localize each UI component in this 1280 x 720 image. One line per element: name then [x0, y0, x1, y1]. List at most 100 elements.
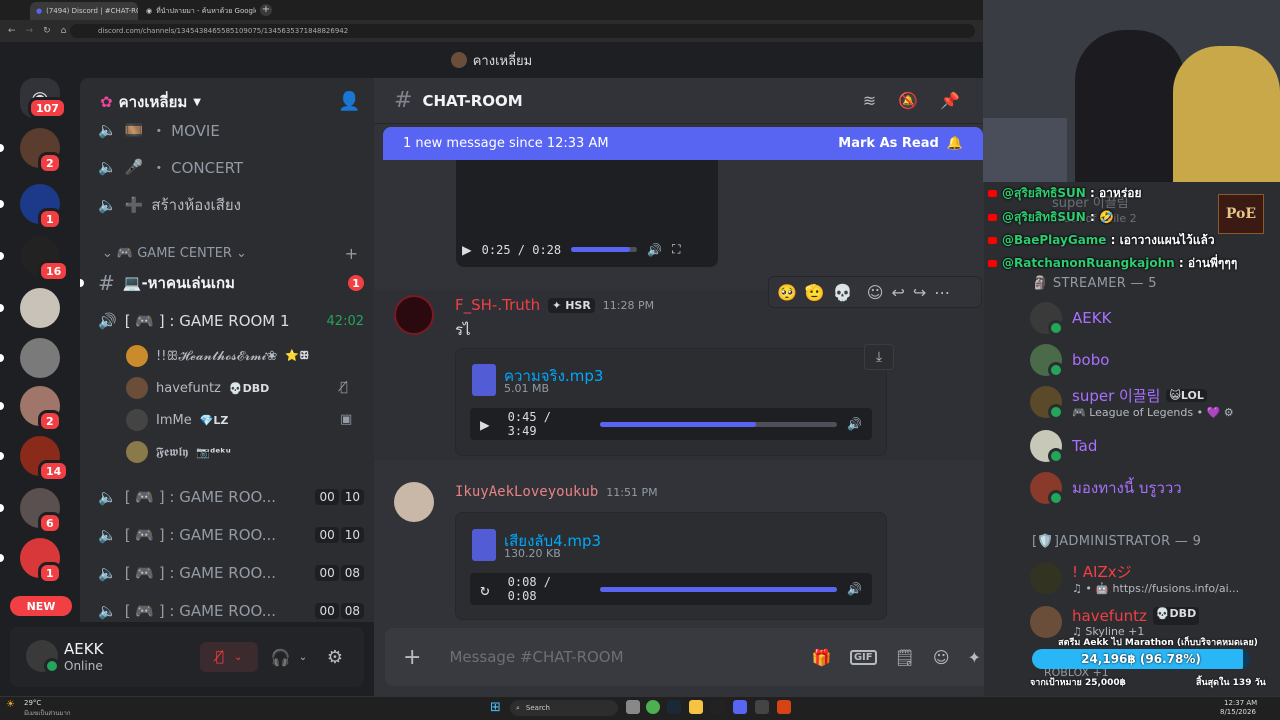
- donation-amount: 24,196฿ (96.78%): [1081, 652, 1201, 666]
- reaction-emoji[interactable]: 🫡: [805, 283, 825, 302]
- voice-user[interactable]: ImMe 💎LZ: [126, 406, 356, 434]
- message-author[interactable]: F_SH-.Truth: [455, 296, 540, 314]
- guild-header[interactable]: ✿ คางเหลี่ยม ▼: [100, 90, 201, 114]
- avatar[interactable]: [26, 640, 60, 674]
- clock-time[interactable]: 12:37 AM: [1224, 699, 1257, 707]
- app-icon[interactable]: [755, 700, 769, 714]
- play-icon[interactable]: ▶: [462, 240, 472, 259]
- mark-as-read-button[interactable]: Mark As Read 🔔: [838, 136, 963, 151]
- create-voice-channel[interactable]: 🔈 ➕ สร้างห้องเสียง: [98, 189, 364, 221]
- invite-people-icon[interactable]: 👤: [338, 91, 360, 112]
- message-input[interactable]: Message #CHAT-ROOM: [449, 648, 623, 666]
- address-bar[interactable]: discord.com/channels/1345438465585109075…: [70, 24, 975, 38]
- username[interactable]: AEKK: [64, 640, 103, 658]
- forward-icon[interactable]: ↪: [913, 283, 926, 302]
- voice-channel-game-room[interactable]: 🔈 [ 🎮 ] : GAME ROO... 00 08: [98, 595, 364, 627]
- steam-icon[interactable]: [667, 700, 681, 714]
- user-limit: 10: [340, 489, 364, 505]
- text-channel-find-players[interactable]: # 💻-หาคนเล่นเกม 1: [98, 267, 364, 299]
- download-button[interactable]: ⤓: [864, 344, 894, 370]
- volume-icon[interactable]: 🔊: [847, 417, 862, 431]
- reload-icon[interactable]: ↻: [43, 26, 51, 36]
- volume-icon[interactable]: 🔊: [847, 582, 862, 596]
- apps-icon[interactable]: ✦: [968, 648, 981, 667]
- message-author[interactable]: IkuyAekLoveyoukub: [455, 484, 598, 500]
- emoji-icon[interactable]: ☺: [933, 648, 950, 667]
- category-game-center[interactable]: ⌄ 🎮 GAME CENTER ⌄ +: [102, 244, 358, 263]
- new-tab-button[interactable]: +: [260, 4, 272, 16]
- member-row[interactable]: ! AIZxジ ♫ • 🤖 https://fusions.info/ai...: [1030, 560, 1266, 596]
- threads-icon[interactable]: ≋: [863, 91, 876, 110]
- windows-start-icon[interactable]: ⊞: [490, 700, 501, 715]
- member-row[interactable]: super 이끌림 😺LOL 🎮 League of Legends • 💜 ⚙: [1030, 384, 1266, 420]
- back-icon[interactable]: ←: [8, 26, 16, 36]
- weather-temp[interactable]: 29°C: [24, 699, 41, 707]
- headphones-icon: 🎧: [270, 647, 291, 667]
- chevron-down-icon: ⌄: [234, 651, 243, 663]
- person-silhouette: [1075, 30, 1185, 182]
- mute-button[interactable]: 🎙̸ ⌄: [200, 642, 258, 672]
- reaction-emoji[interactable]: 🥺: [777, 283, 797, 302]
- forward-icon[interactable]: →: [26, 26, 34, 36]
- member-row[interactable]: AEKK: [1030, 300, 1266, 336]
- voice-channel-game-room[interactable]: 🔈 [ 🎮 ] : GAME ROO... 00 10: [98, 519, 364, 551]
- message-header: IkuyAekLoveyoukub 11:51 PM: [455, 484, 658, 500]
- taskbar-search[interactable]: ⌕ Search: [510, 700, 618, 716]
- chrome-icon[interactable]: [646, 700, 660, 714]
- sticker-icon[interactable]: 🗒: [895, 648, 915, 667]
- member-row[interactable]: มองทางนี้ บรูววว: [1030, 470, 1266, 506]
- audio-progress[interactable]: [600, 586, 838, 592]
- discord-taskbar-icon[interactable]: [733, 700, 747, 714]
- gift-icon[interactable]: 🎁: [812, 648, 832, 667]
- yt-chat-message: @สุริยสิทธิSUN : อาหร่อย: [988, 184, 1142, 203]
- voice-user-tag: 📷ᵈᵉᵏᵘ: [196, 445, 231, 459]
- yt-chat-author: @BaePlayGame: [1002, 233, 1107, 247]
- reply-icon[interactable]: ↩: [891, 283, 904, 302]
- browser-tab-google[interactable]: ◉ ที่นำปลายมา - ค้นหาด้วย Google ✕: [140, 2, 256, 20]
- avatar[interactable]: [394, 482, 434, 522]
- pin-icon[interactable]: 📌: [940, 91, 960, 110]
- create-channel-icon[interactable]: +: [345, 244, 358, 263]
- replay-icon[interactable]: ↻: [480, 580, 490, 599]
- gif-icon[interactable]: GIF: [849, 649, 877, 665]
- voice-channel-movie[interactable]: 🔈 🎞️ ・ MOVIE: [98, 114, 364, 146]
- upload-plus-icon[interactable]: +: [403, 645, 421, 670]
- message-header: F_SH-.Truth ✦ HSR 11:28 PM: [455, 296, 654, 314]
- voice-channel-concert[interactable]: 🔈 🎤 ・ CONCERT: [98, 151, 364, 183]
- member-row[interactable]: Tad: [1030, 428, 1266, 464]
- app-icon[interactable]: [777, 700, 791, 714]
- notification-muted-icon[interactable]: 🔕: [898, 91, 918, 110]
- home-icon[interactable]: ⌂: [61, 26, 67, 36]
- new-messages-bar[interactable]: 1 new message since 12:33 AM Mark As Rea…: [383, 127, 983, 160]
- voice-user-name: 𝕱𝖊𝖜𝖑𝖞: [156, 444, 189, 460]
- voice-channel-game-room[interactable]: 🔈 [ 🎮 ] : GAME ROO... 00 10: [98, 481, 364, 513]
- reaction-emoji[interactable]: 💀: [833, 283, 853, 302]
- server-icon[interactable]: [20, 338, 60, 378]
- task-view-icon[interactable]: [626, 700, 640, 714]
- file-explorer-icon[interactable]: [689, 700, 703, 714]
- voice-user[interactable]: !!ꕥ𝓗𝓮𝓪𝓷𝓽𝓱𝓸𝓼𝓔𝓻𝓶𝓲❀ ⭐ꕥ: [126, 342, 356, 370]
- more-icon[interactable]: ⋯: [934, 283, 950, 302]
- play-icon[interactable]: ▶: [480, 415, 490, 434]
- video-progress[interactable]: [571, 247, 638, 252]
- epic-icon[interactable]: [711, 700, 725, 714]
- voice-channel-game-room[interactable]: 🔈 [ 🎮 ] : GAME ROO... 00 08: [98, 557, 364, 589]
- voice-channel-game-room-1[interactable]: 🔊 [ 🎮 ] : GAME ROOM 1 42:02: [98, 305, 364, 337]
- new-unreads-pill[interactable]: NEW: [10, 596, 72, 616]
- settings-button[interactable]: ⚙: [322, 644, 348, 670]
- deafen-button[interactable]: 🎧 ⌄: [266, 642, 312, 672]
- voice-user[interactable]: havefuntz 💀DBD: [126, 374, 356, 402]
- browser-tab-discord[interactable]: ● (7494) Discord | #CHAT-RO ✕: [30, 2, 138, 20]
- member-row[interactable]: havefuntz 💀DBD ♫ Skyline +1: [1030, 604, 1266, 640]
- server-icon[interactable]: [20, 288, 60, 328]
- notification-badge: 6: [38, 512, 62, 534]
- voice-user[interactable]: 𝕱𝖊𝖜𝖑𝖞 📷ᵈᵉᵏᵘ: [126, 438, 356, 466]
- member-row[interactable]: bobo: [1030, 342, 1266, 378]
- mark-as-read-label: Mark As Read: [838, 136, 939, 151]
- audio-progress[interactable]: [600, 421, 838, 427]
- avatar[interactable]: [394, 295, 434, 335]
- volume-icon[interactable]: 🔊: [647, 243, 662, 257]
- message-composer[interactable]: + Message #CHAT-ROOM 🎁 GIF 🗒 ☺ ✦: [385, 628, 1001, 686]
- add-reaction-icon[interactable]: ☺: [867, 283, 884, 302]
- fullscreen-icon[interactable]: ⛶: [672, 242, 680, 257]
